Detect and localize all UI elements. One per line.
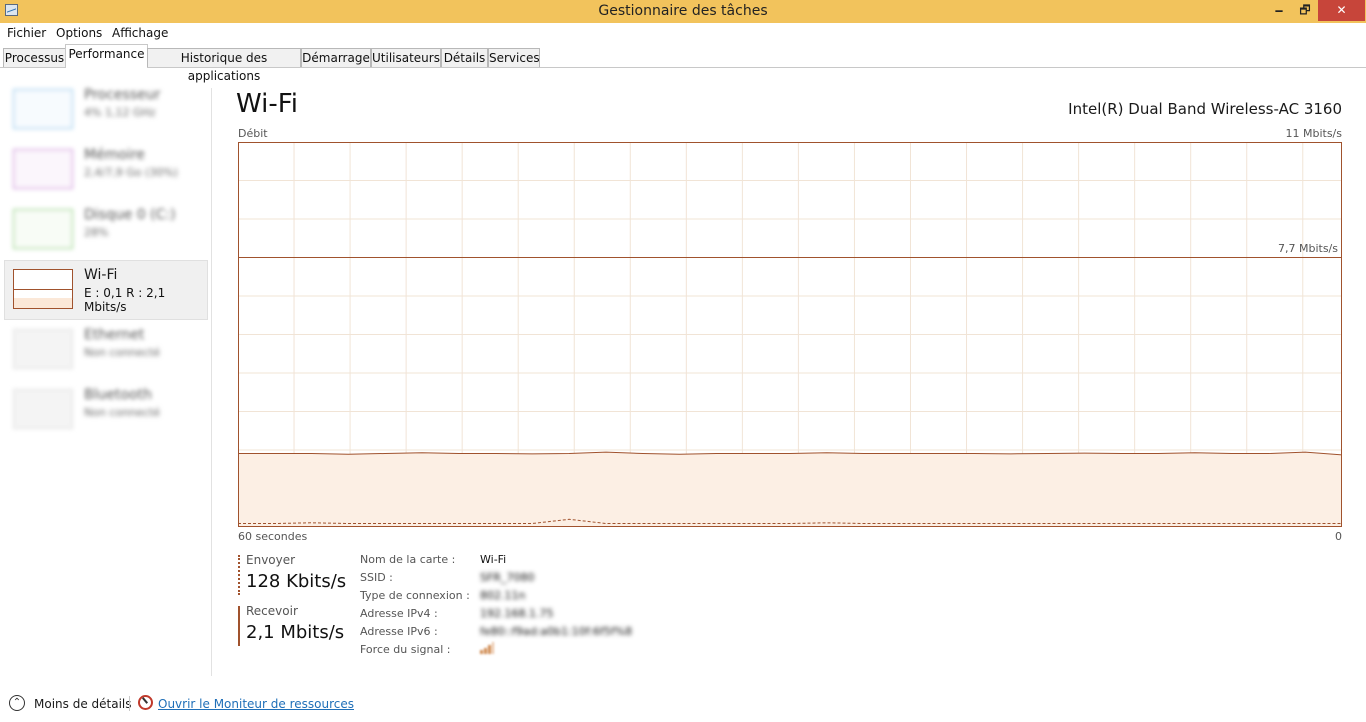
receive-legend-marker [238, 606, 240, 646]
sidebar-item-label: Processeur [84, 87, 161, 103]
disque-thumbnail [13, 209, 73, 249]
sidebar-item-sub: 2,4/7,9 Go (30%) [84, 166, 178, 179]
sidebar-item-sub: 4% 1,12 GHz [84, 106, 156, 119]
chevron-up-icon[interactable]: ⌃ [9, 695, 25, 711]
menu-bar: Fichier Options Affichage [0, 23, 1366, 44]
graph-mid-label: 7,7 Mbits/s [1277, 242, 1338, 255]
sidebar-item-label: Mémoire [84, 147, 145, 163]
menu-options[interactable]: Options [56, 26, 102, 40]
graph-zero-label: 0 [1335, 530, 1342, 543]
receive-value: 2,1 Mbits/s [246, 622, 345, 643]
sidebar-item-sub: Non connecté [84, 346, 161, 359]
prop-value-ipv4: 192.168.1.75 [480, 607, 554, 620]
sidebar-item-sub: Non connecté [84, 406, 161, 419]
tab-utilisateurs[interactable]: Utilisateurs [371, 48, 441, 67]
minimize-button[interactable]: 🗕 [1266, 0, 1292, 21]
adapter-name: Intel(R) Dual Band Wireless-AC 3160 [1068, 100, 1342, 118]
sidebar-item-label: Disque 0 (C:) [84, 207, 176, 223]
wifi-thumbnail-fill [14, 298, 72, 308]
tab-processus[interactable]: Processus [3, 48, 66, 67]
footer-divider [129, 696, 130, 711]
tab-performance[interactable]: Performance [65, 44, 148, 68]
prop-value-card-name: Wi-Fi [480, 553, 507, 566]
sidebar-item-sub: E : 0,1 R : 2,1 Mbits/s [84, 286, 166, 314]
send-label: Envoyer [246, 553, 296, 567]
receive-area [238, 452, 1342, 527]
menu-affichage[interactable]: Affichage [112, 26, 168, 40]
receive-label: Recevoir [246, 604, 298, 618]
open-resource-monitor-link[interactable]: Ouvrir le Moniteur de ressources [158, 697, 354, 711]
page-title: Wi-Fi [236, 89, 299, 119]
send-value: 128 Kbits/s [246, 571, 347, 592]
sidebar-item-label: Ethernet [84, 327, 145, 343]
send-legend-marker [238, 555, 240, 595]
prop-label-card-name: Nom de la carte : [360, 553, 456, 566]
wifi-thumbnail-line [14, 289, 72, 290]
tab-strip: Processus Performance Historique des app… [0, 44, 1366, 83]
sidebar-item-wifi[interactable]: Wi-Fi E : 0,1 R : 2,1 Mbits/s [4, 260, 208, 320]
bluetooth-thumbnail [13, 389, 73, 429]
wifi-thumbnail [13, 269, 73, 309]
signal-strength-icon [480, 642, 494, 654]
sidebar-divider [211, 88, 212, 676]
sidebar-item-disque[interactable]: Disque 0 (C:) 28% [4, 200, 208, 260]
memoire-thumbnail [13, 149, 73, 189]
maximize-button[interactable]: 🗗 [1292, 0, 1318, 21]
sidebar-item-label: Bluetooth [84, 387, 152, 403]
prop-value-ssid: SFR_7080 [480, 571, 535, 584]
prop-value-ipv6: fe80::f9ad:a0b1:10f:6f5f%8 [480, 625, 633, 638]
menu-fichier[interactable]: Fichier [7, 26, 46, 40]
prop-label-signal: Force du signal : [360, 643, 451, 656]
window-title: Gestionnaire des tâches [598, 3, 768, 19]
prop-value-connection-type: 802.11n [480, 589, 526, 602]
prop-label-ssid: SSID : [360, 571, 393, 584]
sidebar-item-bluetooth[interactable]: Bluetooth Non connecté [4, 380, 208, 440]
tab-services[interactable]: Services [488, 48, 540, 67]
sidebar-item-label: Wi-Fi [84, 267, 118, 283]
throughput-graph [238, 142, 1342, 527]
sidebar-item-ethernet[interactable]: Ethernet Non connecté [4, 320, 208, 380]
less-details-button[interactable]: Moins de détails [34, 697, 132, 711]
sidebar-item-processeur[interactable]: Processeur 4% 1,12 GHz [4, 80, 208, 140]
prop-label-ipv4: Adresse IPv4 : [360, 607, 438, 620]
tab-historique[interactable]: Historique des applications [147, 48, 301, 83]
graph-time-label: 60 secondes [238, 530, 308, 543]
tab-demarrage[interactable]: Démarrage [301, 48, 371, 67]
processeur-thumbnail [13, 89, 73, 129]
title-bar: Gestionnaire des tâches 🗕 🗗 ✕ [0, 0, 1366, 23]
graph-label: Débit [238, 127, 268, 140]
prop-label-connection-type: Type de connexion : [360, 589, 470, 602]
sidebar-item-memoire[interactable]: Mémoire 2,4/7,9 Go (30%) [4, 140, 208, 200]
prop-label-ipv6: Adresse IPv6 : [360, 625, 438, 638]
resource-monitor-icon [138, 695, 153, 710]
tab-details[interactable]: Détails [441, 48, 488, 67]
sidebar-item-sub: 28% [84, 226, 109, 239]
close-button[interactable]: ✕ [1318, 0, 1365, 21]
graph-max-label: 11 Mbits/s [1285, 127, 1342, 140]
ethernet-thumbnail [13, 329, 73, 369]
